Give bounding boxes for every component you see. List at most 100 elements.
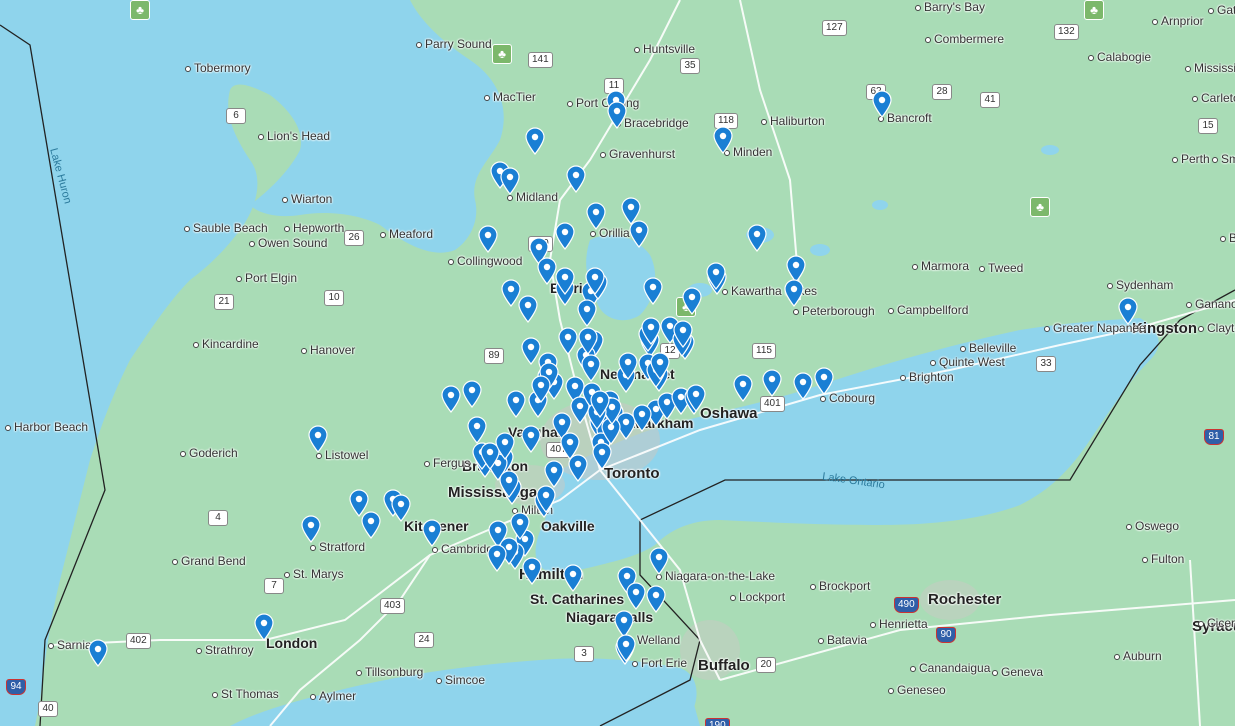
location-pin-icon[interactable] [301, 515, 321, 543]
place-label-owen-sound[interactable]: Owen Sound [249, 237, 327, 249]
place-label-fort-erie[interactable]: Fort Erie [632, 657, 687, 669]
place-label-parry-sound[interactable]: Parry Sound [416, 38, 492, 50]
location-pin-icon[interactable] [478, 225, 498, 253]
place-label-lockport[interactable]: Lockport [730, 591, 785, 603]
location-pin-icon[interactable] [641, 317, 661, 345]
location-pin-icon[interactable] [585, 267, 605, 295]
place-label-henrietta[interactable]: Henrietta [870, 618, 928, 630]
location-pin-icon[interactable] [566, 165, 586, 193]
location-pin-icon[interactable] [646, 585, 666, 613]
place-label-niagara-falls[interactable]: Niagara Falls [566, 610, 653, 624]
place-label-cicero[interactable]: Cicero [1198, 617, 1235, 629]
location-pin-icon[interactable] [618, 352, 638, 380]
place-label-marmora[interactable]: Marmora [912, 260, 969, 272]
location-pin-icon[interactable] [682, 287, 702, 315]
location-pin-icon[interactable] [88, 639, 108, 667]
location-pin-icon[interactable] [467, 416, 487, 444]
location-pin-icon[interactable] [500, 167, 520, 195]
location-pin-icon[interactable] [733, 374, 753, 402]
location-pin-icon[interactable] [626, 582, 646, 610]
place-label-brockport[interactable]: Brockport [810, 580, 870, 592]
location-pin-icon[interactable] [650, 352, 670, 380]
place-label-barry-s-bay[interactable]: Barry's Bay [915, 1, 985, 13]
place-label-meaford[interactable]: Meaford [380, 228, 433, 240]
location-pin-icon[interactable] [499, 470, 519, 498]
location-pin-icon[interactable] [495, 432, 515, 460]
location-pin-icon[interactable] [506, 390, 526, 418]
location-pin-icon[interactable] [510, 512, 530, 540]
place-label-niagara-on-the-lake[interactable]: Niagara-on-the-Lake [656, 570, 775, 582]
place-label-sm[interactable]: Sm [1212, 153, 1235, 165]
location-pin-icon[interactable] [1118, 297, 1138, 325]
location-pin-icon[interactable] [531, 375, 551, 403]
place-label-mississauga[interactable]: Mississauga [448, 485, 537, 500]
place-label-calabogie[interactable]: Calabogie [1088, 51, 1151, 63]
place-label-hanover[interactable]: Hanover [301, 344, 355, 356]
location-pin-icon[interactable] [254, 613, 274, 641]
place-label-st-catharines[interactable]: St. Catharines [530, 592, 624, 606]
place-label-canandaigua[interactable]: Canandaigua [910, 662, 990, 674]
place-label-port-carling[interactable]: Port Carling [567, 97, 639, 109]
place-label-collingwood[interactable]: Collingwood [448, 255, 522, 267]
location-pin-icon[interactable] [872, 90, 892, 118]
location-pin-icon[interactable] [586, 202, 606, 230]
place-label-oakville[interactable]: Oakville [541, 519, 595, 533]
place-label-port-elgin[interactable]: Port Elgin [236, 272, 297, 284]
location-pin-icon[interactable] [629, 220, 649, 248]
place-label-haliburton[interactable]: Haliburton [761, 115, 825, 127]
location-pin-icon[interactable] [361, 511, 381, 539]
place-label-carleton[interactable]: Carleton [1192, 92, 1235, 104]
maple-leaf-icon[interactable]: ♣ [130, 0, 150, 20]
location-pin-icon[interactable] [673, 320, 693, 348]
place-label-simcoe[interactable]: Simcoe [436, 674, 485, 686]
location-pin-icon[interactable] [590, 390, 610, 418]
location-pin-icon[interactable] [578, 327, 598, 355]
place-label-clayto[interactable]: Clayto [1198, 322, 1235, 334]
place-label-goderich[interactable]: Goderich [180, 447, 238, 459]
place-label-sydenham[interactable]: Sydenham [1107, 279, 1173, 291]
place-label-hepworth[interactable]: Hepworth [284, 222, 344, 234]
location-pin-icon[interactable] [632, 404, 652, 432]
place-label-tweed[interactable]: Tweed [979, 262, 1023, 274]
place-label-kincardine[interactable]: Kincardine [193, 338, 259, 350]
place-label-sauble-beach[interactable]: Sauble Beach [184, 222, 268, 234]
place-label-batavia[interactable]: Batavia [818, 634, 867, 646]
place-label-ganano[interactable]: Ganano [1186, 298, 1235, 310]
location-pin-icon[interactable] [537, 257, 557, 285]
maple-leaf-icon[interactable]: ♣ [1030, 197, 1050, 217]
place-label-gati[interactable]: Gati [1208, 4, 1235, 16]
location-pin-icon[interactable] [487, 544, 507, 572]
place-label-oshawa[interactable]: Oshawa [700, 406, 758, 421]
location-pin-icon[interactable] [536, 485, 556, 513]
location-pin-icon[interactable] [814, 367, 834, 395]
place-label-mactier[interactable]: MacTier [484, 91, 536, 103]
location-pin-icon[interactable] [793, 372, 813, 400]
place-label-combermere[interactable]: Combermere [925, 33, 1004, 45]
place-label-auburn[interactable]: Auburn [1114, 650, 1162, 662]
place-label-strathroy[interactable]: Strathroy [196, 644, 254, 656]
place-label-wiarton[interactable]: Wiarton [282, 193, 332, 205]
place-label-harbor-beach[interactable]: Harbor Beach [5, 421, 88, 433]
place-label-bro[interactable]: Bro [1220, 232, 1235, 244]
place-label-mississippi-mills[interactable]: Mississippi Mills [1185, 62, 1235, 74]
location-pin-icon[interactable] [391, 494, 411, 522]
location-pin-icon[interactable] [462, 380, 482, 408]
place-label-campbellford[interactable]: Campbellford [888, 304, 968, 316]
place-label-geneva[interactable]: Geneva [992, 666, 1043, 678]
location-pin-icon[interactable] [563, 564, 583, 592]
place-label-huntsville[interactable]: Huntsville [634, 43, 695, 55]
location-pin-icon[interactable] [555, 267, 575, 295]
location-pin-icon[interactable] [706, 262, 726, 290]
location-pin-icon[interactable] [577, 299, 597, 327]
location-pin-icon[interactable] [555, 222, 575, 250]
location-pin-icon[interactable] [747, 224, 767, 252]
location-pin-icon[interactable] [713, 126, 733, 154]
place-label-quinte-west[interactable]: Quinte West [930, 356, 1005, 368]
place-label-st-marys[interactable]: St. Marys [284, 568, 344, 580]
place-label-fergus[interactable]: Fergus [424, 457, 470, 469]
place-label-grand-bend[interactable]: Grand Bend [172, 555, 246, 567]
place-label-belleville[interactable]: Belleville [960, 342, 1016, 354]
location-pin-icon[interactable] [422, 519, 442, 547]
place-label-arnprior[interactable]: Arnprior [1152, 15, 1204, 27]
location-pin-icon[interactable] [762, 369, 782, 397]
